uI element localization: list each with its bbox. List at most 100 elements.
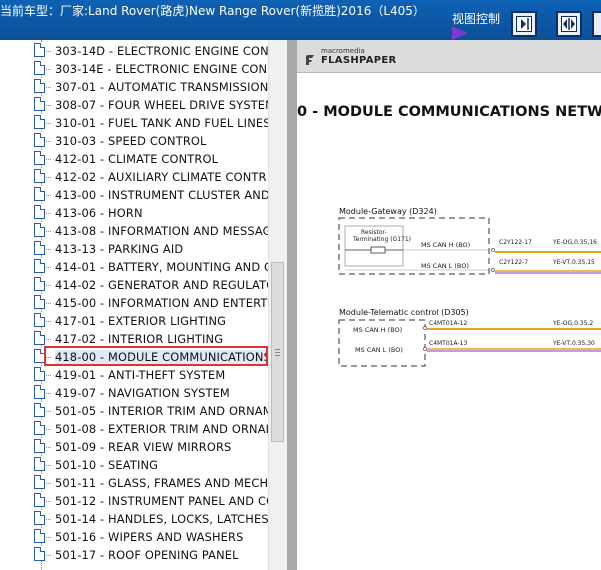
document-icon (34, 169, 45, 183)
tree-item-label: 414-02 - GENERATOR AND REGULATO (55, 278, 268, 292)
tree-item-label: 501-14 - HANDLES, LOCKS, LATCHES (55, 512, 268, 526)
document-icon (34, 187, 45, 201)
tree-item[interactable]: 501-16 - WIPERS AND WASHERS (0, 528, 268, 546)
tree-item[interactable]: 413-13 - PARKING AID (0, 240, 268, 258)
tree-item-label: 501-17 - ROOF OPENING PANEL (55, 548, 239, 562)
document-icon (34, 79, 45, 93)
tree-item[interactable]: 310-03 - SPEED CONTROL (0, 132, 268, 150)
tree-item-label: 413-13 - PARKING AID (55, 242, 184, 256)
tree-item[interactable]: 413-08 - INFORMATION AND MESSAG (0, 222, 268, 240)
tree-item[interactable]: 414-01 - BATTERY, MOUNTING AND C (0, 258, 268, 276)
tree-item[interactable]: 413-00 - INSTRUMENT CLUSTER AND (0, 186, 268, 204)
panel-splitter[interactable] (287, 40, 297, 570)
gateway-wire-h: YE-OG,0.35,16 (553, 239, 597, 246)
document-icon (34, 115, 45, 129)
top-bar: 当前车型：厂家:Land Rover(路虎)New Range Rover(新揽… (0, 0, 601, 40)
gateway-title: Module-Gateway (D324) (339, 207, 437, 216)
tree-item[interactable]: 417-01 - EXTERIOR LIGHTING (0, 312, 268, 330)
tree-item[interactable]: 415-00 - INFORMATION AND ENTERT (0, 294, 268, 312)
tree-item-label: 501-10 - SEATING (55, 458, 159, 472)
tree-item-label: 501-11 - GLASS, FRAMES AND MECH. (55, 476, 268, 490)
selection-highlight (44, 346, 268, 366)
grip-line (275, 355, 280, 356)
tree-item[interactable]: 501-08 - EXTERIOR TRIM AND ORNAI (0, 420, 268, 438)
tree-item[interactable]: 419-07 - NAVIGATION SYSTEM (0, 384, 268, 402)
document-icon (34, 151, 45, 165)
tree-item[interactable]: 310-01 - FUEL TANK AND FUEL LINES (0, 114, 268, 132)
gateway-can-h: MS CAN H (BO) (421, 241, 471, 249)
tree-item-label: 413-08 - INFORMATION AND MESSAG (55, 224, 268, 238)
scrollbar-thumb[interactable] (271, 262, 284, 442)
tree-item-label: 413-00 - INSTRUMENT CLUSTER AND (55, 188, 268, 202)
tree-item[interactable]: 303-14D - ELECTRONIC ENGINE CON (0, 42, 268, 60)
tree-item-label: 501-05 - INTERIOR TRIM AND ORNAM (55, 404, 268, 418)
tree-item[interactable]: 412-02 - AUXILIARY CLIMATE CONTR (0, 168, 268, 186)
document-icon (34, 277, 45, 291)
chapter-tree: 303-14D - ELECTRONIC ENGINE CON 303-14E -… (0, 40, 268, 570)
tree-item[interactable]: 501-14 - HANDLES, LOCKS, LATCHES (0, 510, 268, 528)
document-icon (34, 205, 45, 219)
telematic-pin-l: C4MT01A-13 (429, 340, 468, 347)
tree-item[interactable]: 413-06 - HORN (0, 204, 268, 222)
tree-item-label: 310-03 - SPEED CONTROL (55, 134, 207, 148)
document-icon (34, 385, 45, 399)
tree-item[interactable]: 501-09 - REAR VIEW MIRRORS (0, 438, 268, 456)
tree-item-label: 419-07 - NAVIGATION SYSTEM (55, 386, 230, 400)
document-icon (34, 97, 45, 111)
document-icon (34, 457, 45, 471)
telematic-can-h: MS CAN H (BO) (353, 326, 403, 334)
gateway-can-l: MS CAN L (BO) (421, 262, 469, 270)
view-collapse-button[interactable] (511, 11, 537, 37)
resistor-symbol (370, 246, 386, 254)
play-arrow-icon[interactable] (452, 26, 468, 40)
document-icon (34, 259, 45, 273)
document-icon (34, 331, 45, 345)
document-icon (34, 493, 45, 507)
tree-item[interactable]: 412-01 - CLIMATE CONTROL (0, 150, 268, 168)
document-icon (34, 511, 45, 525)
tree-item-label: 412-01 - CLIMATE CONTROL (55, 152, 219, 166)
tree-item[interactable]: 501-10 - SEATING (0, 456, 268, 474)
tree-item-label: 308-07 - FOUR WHEEL DRIVE SYSTEM (55, 98, 268, 112)
tree-item[interactable]: 303-14E - ELECTRONIC ENGINE CON (0, 60, 268, 78)
resistor-label-2: Terminating (G171) (353, 236, 412, 243)
tree-item[interactable]: 501-05 - INTERIOR TRIM AND ORNAM (0, 402, 268, 420)
tree-item-label: 303-14E - ELECTRONIC ENGINE CON (55, 62, 268, 76)
view-extra-button[interactable] (592, 11, 601, 37)
gateway-pin-l: C2Y122-7 (499, 259, 529, 266)
wiring-diagram (338, 217, 601, 367)
tree-item-label: 501-16 - WIPERS AND WASHERS (55, 530, 244, 544)
tree-item-label: 303-14D - ELECTRONIC ENGINE CON (55, 44, 268, 58)
tree-item-label: 414-01 - BATTERY, MOUNTING AND C (55, 260, 268, 274)
document-icon (34, 295, 45, 309)
document-icon (34, 133, 45, 147)
document-icon (34, 61, 45, 75)
tree-item[interactable]: 419-01 - ANTI-THEFT SYSTEM (0, 366, 268, 384)
telematic-pin-h: C4MT01A-12 (429, 320, 468, 327)
tree-item-label: 415-00 - INFORMATION AND ENTERT (55, 296, 268, 310)
tree-item-label: 412-02 - AUXILIARY CLIMATE CONTR (55, 170, 267, 184)
tree-item[interactable]: 501-11 - GLASS, FRAMES AND MECH. (0, 474, 268, 492)
document-icon (34, 403, 45, 417)
tree-item[interactable]: 307-01 - AUTOMATIC TRANSMISSION (0, 78, 268, 96)
document-icon (34, 43, 45, 57)
document-icon (34, 421, 45, 435)
gateway-wire-l: YE-VT,0.35,15 (553, 259, 595, 266)
view-split-button[interactable] (556, 11, 582, 37)
tree-item[interactable]: 308-07 - FOUR WHEEL DRIVE SYSTEM (0, 96, 268, 114)
document-icon (34, 223, 45, 237)
document-icon (34, 241, 45, 255)
tree-item[interactable]: 501-17 - ROOF OPENING PANEL (0, 546, 268, 564)
tree-item-label: 501-08 - EXTERIOR TRIM AND ORNAI (55, 422, 268, 436)
tree-item[interactable]: 501-12 - INSTRUMENT PANEL AND CO (0, 492, 268, 510)
document-icon (34, 439, 45, 453)
tree-item[interactable]: 414-02 - GENERATOR AND REGULATO (0, 276, 268, 294)
telematic-title: Module-Telematic control (D305) (339, 308, 469, 317)
document-icon (34, 529, 45, 543)
tree-item-label: 413-06 - HORN (55, 206, 143, 220)
tree-scrollbar[interactable] (268, 40, 287, 570)
resistor-label-1: Resistor- (361, 229, 387, 236)
telematic-wire-l: YE-VT,0.35,30 (553, 340, 595, 347)
vehicle-title: 当前车型：厂家:Land Rover(路虎)New Range Rover(新揽… (0, 4, 425, 18)
telematic-wire-h: YE-OG,0.35,2 (553, 320, 594, 327)
